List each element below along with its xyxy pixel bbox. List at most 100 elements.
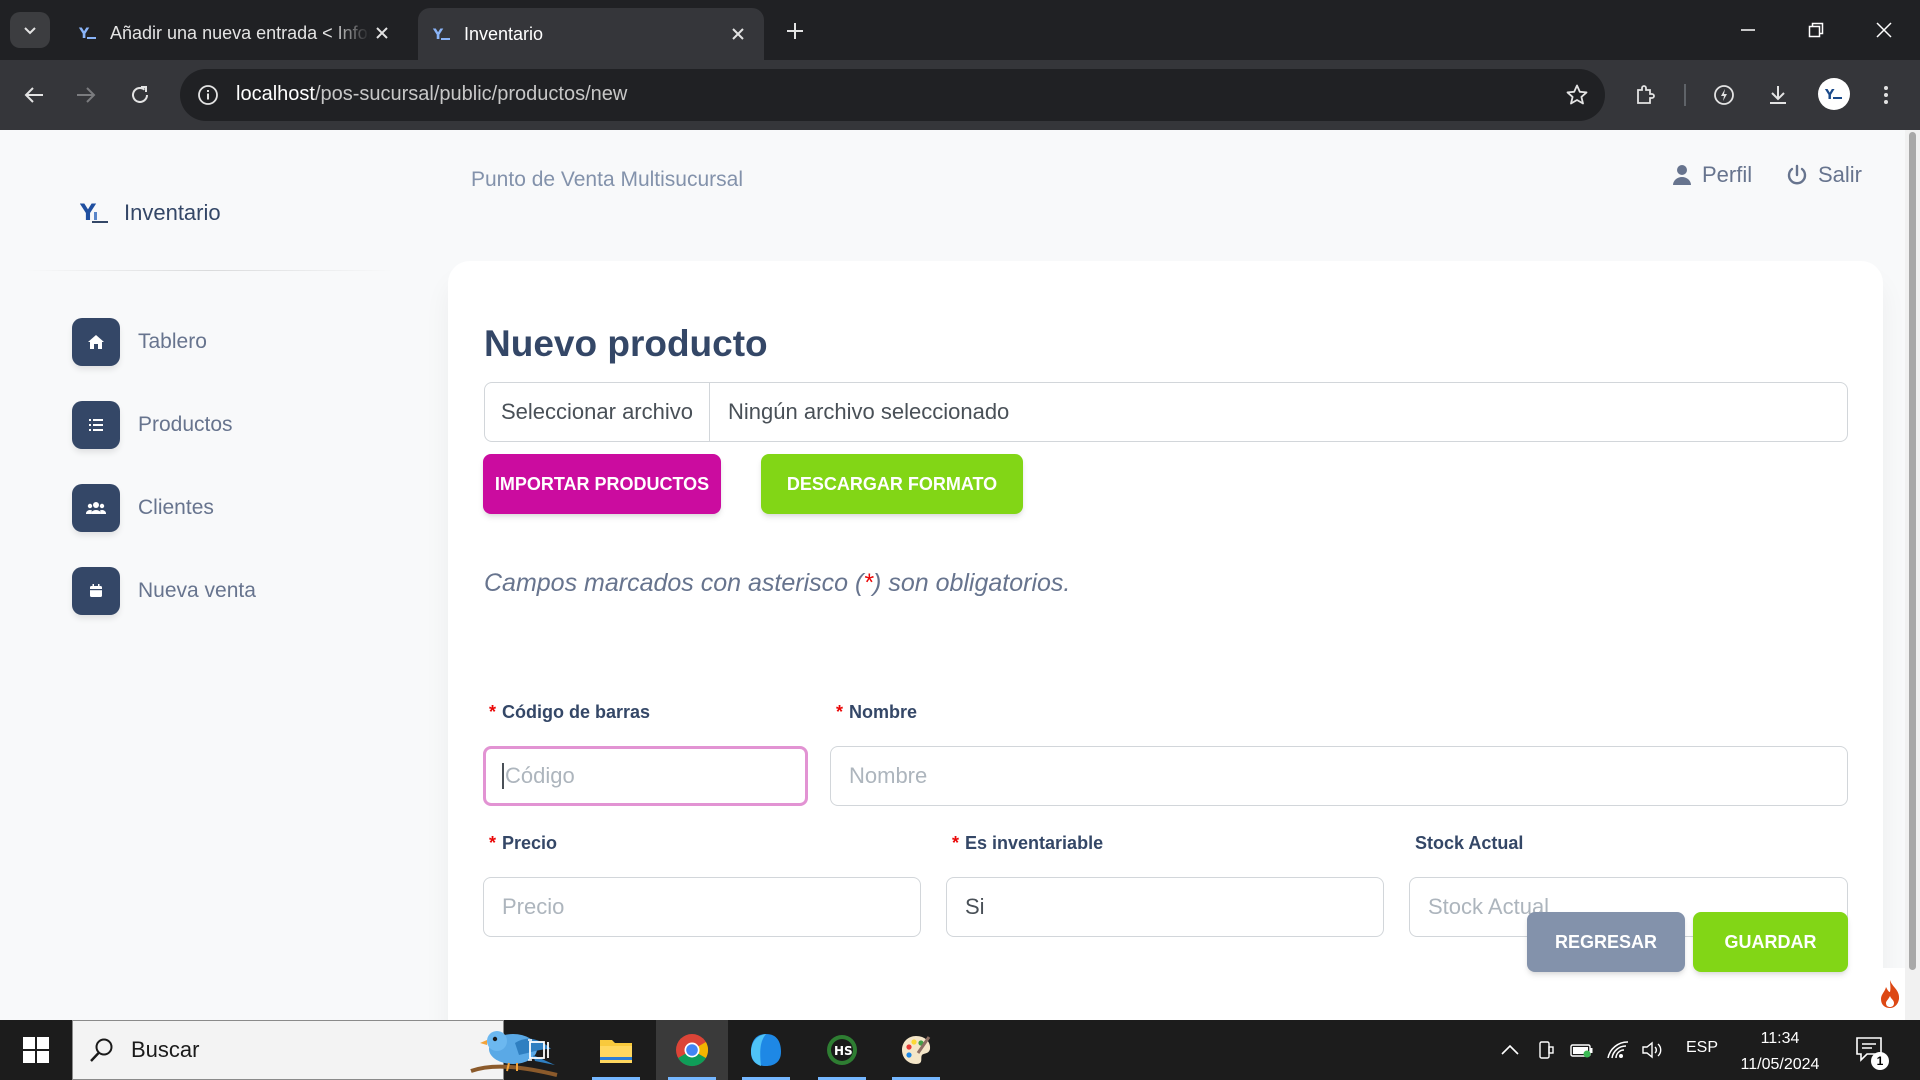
browser-menu-button[interactable] [1868, 77, 1904, 113]
input-language[interactable]: ESP [1686, 1039, 1718, 1057]
sidebar-item-tablero[interactable]: Tablero [72, 318, 207, 366]
sidebar-item-nueva-venta[interactable]: Nueva venta [72, 567, 256, 615]
notification-count-badge: 1 [1871, 1052, 1889, 1070]
avatar-icon: Y [1824, 88, 1842, 103]
profile-avatar[interactable]: Y [1818, 78, 1850, 110]
logout-label: Salir [1818, 162, 1863, 187]
user-icon [1673, 165, 1691, 185]
reload-button[interactable] [120, 75, 160, 115]
forward-button[interactable] [66, 75, 106, 115]
folder-icon [600, 1040, 632, 1063]
save-button[interactable]: Guardar [1693, 912, 1848, 972]
close-icon [732, 28, 744, 40]
name-placeholder: Nombre [849, 763, 928, 788]
profile-link[interactable]: Perfil [1672, 162, 1752, 188]
tab-search-button[interactable] [10, 12, 50, 48]
minimize-icon [1741, 29, 1755, 31]
hs-app[interactable]: HS [806, 1020, 878, 1080]
users-icon [72, 484, 120, 532]
import-products-button[interactable]: Importar productos [483, 454, 721, 514]
browser-tab[interactable]: Y Añadir una nueva entrada < Información [66, 8, 406, 58]
brand-logo-icon: Y [80, 201, 108, 226]
sidebar-item-clientes[interactable]: Clientes [72, 484, 214, 532]
back-button[interactable]: Regresar [1527, 912, 1685, 972]
text-caret [502, 763, 504, 789]
volume-tray-icon[interactable] [1640, 1038, 1664, 1062]
profile-label: Perfil [1702, 162, 1753, 187]
browser-tab-bar: Y Añadir una nueva entrada < Información… [0, 0, 1920, 60]
restore-icon [1808, 22, 1824, 38]
battery-icon [1570, 1044, 1593, 1058]
note-text: Campos marcados con asterisco ( [484, 569, 864, 597]
blue-app[interactable] [730, 1020, 802, 1080]
close-tab-button[interactable] [370, 21, 394, 45]
new-tab-button[interactable] [780, 16, 810, 46]
chrome-app[interactable] [656, 1020, 728, 1080]
close-window-button[interactable] [1850, 0, 1918, 60]
extensions-button[interactable] [1628, 77, 1664, 113]
windows-taskbar: Buscar HS ESP 11:34 11/05/2024 1 [0, 1020, 1920, 1080]
inventoriable-select[interactable]: Si [946, 877, 1384, 937]
battery-tray-icon[interactable] [1570, 1038, 1594, 1062]
back-button[interactable] [14, 75, 54, 115]
required-mark: * [836, 702, 844, 722]
scrollbar-thumb[interactable] [1909, 132, 1916, 970]
star-icon [1566, 84, 1588, 105]
system-clock[interactable]: 11:34 11/05/2024 [1735, 1026, 1825, 1078]
device-tray-icon[interactable] [1534, 1038, 1558, 1062]
taskbar-search[interactable]: Buscar [72, 1020, 558, 1080]
download-icon [1770, 86, 1786, 104]
close-tab-button[interactable] [726, 22, 750, 46]
chrome-icon [676, 1034, 709, 1067]
chevron-down-icon [24, 27, 36, 35]
page-scrollbar[interactable] [1905, 130, 1920, 1020]
inventoriable-label: * Es inventariable [952, 833, 1103, 854]
site-info-button[interactable] [194, 81, 222, 109]
debug-toolbar-button[interactable] [1875, 968, 1905, 1020]
file-status-text: Ningún archivo seleccionado [728, 399, 1010, 424]
wifi-tray-icon[interactable] [1606, 1038, 1630, 1062]
downloads-button[interactable] [1760, 77, 1796, 113]
notifications-button[interactable]: 1 [1855, 1036, 1889, 1070]
name-input[interactable]: Nombre [830, 746, 1848, 806]
device-icon [1539, 1041, 1554, 1059]
inventoriable-value: Si [965, 894, 985, 919]
blue-character-app-icon [751, 1034, 781, 1066]
paint-app[interactable] [880, 1020, 952, 1080]
clock-time: 11:34 [1760, 1030, 1800, 1047]
svg-text:Y: Y [1824, 88, 1835, 103]
required-fields-note: Campos marcados con asterisco (*) son ob… [484, 569, 1070, 598]
sidebar-brand[interactable]: Y Inventario [80, 198, 221, 228]
speaker-icon [1642, 1041, 1662, 1059]
palette-icon [902, 1036, 931, 1064]
restore-button[interactable] [1782, 0, 1850, 60]
reload-icon [132, 86, 148, 103]
breadcrumb: Punto de Venta Multisucursal [471, 168, 743, 191]
logout-link[interactable]: Salir [1786, 162, 1862, 188]
stock-label: Stock Actual [1415, 833, 1523, 854]
plus-icon [787, 23, 803, 39]
choose-file-button[interactable]: Seleccionar archivo [485, 383, 710, 441]
download-format-button[interactable]: Descargar formato [761, 454, 1023, 514]
svg-text:HS: HS [834, 1044, 853, 1058]
windows-logo-icon [23, 1037, 49, 1063]
barcode-input[interactable]: Código [483, 746, 808, 806]
arrow-right-icon [77, 87, 96, 103]
browser-toolbar: localhost/pos-sucursal/public/productos/… [0, 60, 1920, 130]
sidebar-item-productos[interactable]: Productos [72, 401, 233, 449]
brand-name: Inventario [124, 200, 221, 225]
file-explorer-app[interactable] [580, 1020, 652, 1080]
show-hidden-icons-button[interactable] [1498, 1038, 1522, 1062]
task-view-button[interactable] [504, 1020, 576, 1080]
required-mark: * [489, 833, 497, 853]
speedometer-icon [1714, 85, 1734, 105]
bookmark-button[interactable] [1561, 79, 1593, 111]
start-button[interactable] [12, 1030, 60, 1070]
browser-tab-active[interactable]: Y Inventario [418, 8, 764, 60]
address-bar[interactable]: localhost/pos-sucursal/public/productos/… [180, 69, 1605, 121]
price-input[interactable]: Precio [483, 877, 921, 937]
taskbar-search-placeholder: Buscar [131, 1037, 200, 1062]
minimize-button[interactable] [1714, 0, 1782, 60]
performance-button[interactable] [1706, 77, 1742, 113]
file-input[interactable]: Seleccionar archivo Ningún archivo selec… [484, 382, 1848, 442]
